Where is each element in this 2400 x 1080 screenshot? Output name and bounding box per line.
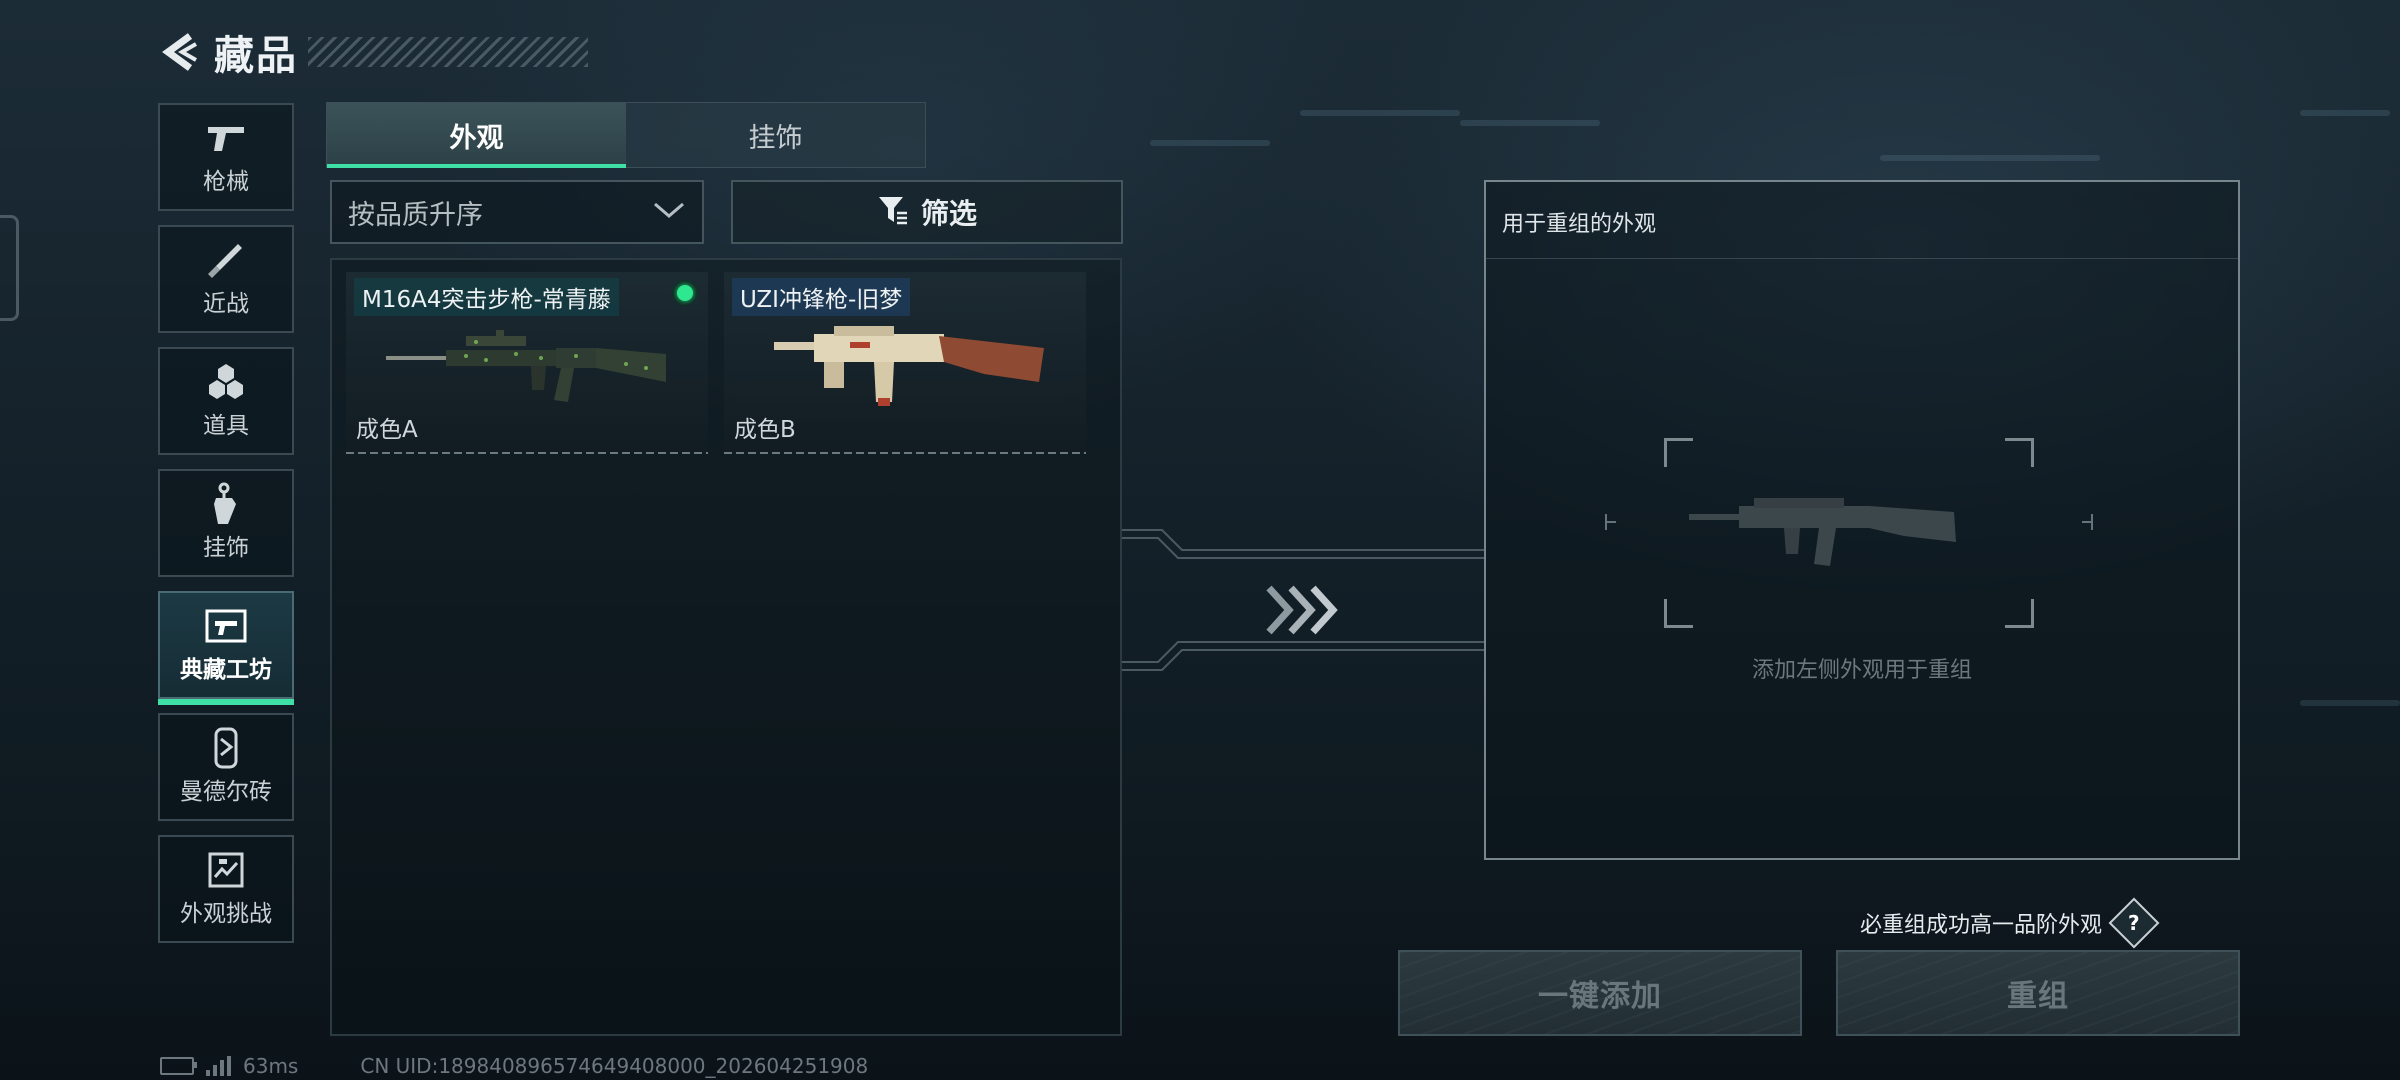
item-name: UZI冲锋枪-旧梦	[732, 278, 911, 316]
challenge-icon	[203, 850, 249, 890]
item-grade: 成色B	[734, 417, 796, 443]
item-grade: 成色A	[356, 417, 418, 443]
tab-charms[interactable]: 挂饰	[626, 103, 925, 167]
upgrade-note: 必重组成功高一品阶外观 ?	[1860, 897, 2160, 949]
sidebar-item-mandel-brick[interactable]: 曼德尔砖	[158, 713, 294, 821]
sidebar-item-label: 道具	[203, 413, 249, 439]
sidebar-item-challenge[interactable]: 外观挑战	[158, 835, 294, 943]
workshop-icon	[203, 606, 249, 646]
chevron-down-icon	[652, 200, 686, 224]
charm-icon	[203, 482, 249, 524]
filter-icon	[877, 195, 909, 229]
sidebar-item-charms[interactable]: 挂饰	[158, 469, 294, 577]
sidebar-item-label: 曼德尔砖	[180, 779, 272, 805]
sidebar: 枪械 近战 道具 挂饰 典藏工坊 曼德尔砖 外观挑战	[158, 103, 296, 957]
filter-button[interactable]: 筛选	[731, 180, 1123, 244]
smg-icon	[774, 326, 1044, 406]
status-bar: 63ms CN UID:18984089657464940800​0_20260…	[160, 1054, 868, 1078]
filter-label: 筛选	[920, 197, 977, 230]
knife-icon	[203, 240, 249, 280]
sidebar-item-melee[interactable]: 近战	[158, 225, 294, 333]
sidebar-item-label: 枪械	[203, 169, 249, 195]
page-title: 藏品	[214, 33, 298, 79]
add-all-button[interactable]: 一键添加	[1398, 950, 1802, 1036]
list-item[interactable]: M16A4突击步枪-常青藤 成色A	[346, 272, 708, 454]
sidebar-item-workshop[interactable]: 典藏工坊	[158, 591, 294, 705]
back-chevron-icon[interactable]	[160, 30, 200, 74]
rifle-icon	[386, 330, 666, 402]
upgrade-note-text: 必重组成功高一品阶外观	[1860, 913, 2103, 938]
sidebar-item-guns[interactable]: 枪械	[158, 103, 294, 211]
recombine-label: 重组	[2007, 979, 2069, 1014]
battery-icon	[160, 1057, 197, 1075]
gear-items-icon	[203, 362, 249, 402]
sidebar-item-items[interactable]: 道具	[158, 347, 294, 455]
category-tabs: 外观 挂饰	[326, 102, 926, 168]
appearance-list: M16A4突击步枪-常青藤 成色A UZI冲锋枪-旧梦 成色B	[330, 258, 1122, 1036]
gun-icon	[203, 118, 249, 158]
rifle-placeholder-icon	[1605, 498, 2093, 566]
uid-text: CN UID:18984089657464940800​0_2026042519…	[360, 1054, 869, 1078]
sort-label: 按品质升序	[348, 199, 483, 231]
chevron-right-icon	[1265, 580, 1345, 654]
sidebar-item-label: 典藏工坊	[180, 657, 272, 683]
recombine-button[interactable]: 重组	[1836, 950, 2240, 1036]
list-item[interactable]: UZI冲锋枪-旧梦 成色B	[724, 272, 1086, 454]
edge-decoration	[0, 215, 19, 321]
tab-appearance[interactable]: 外观	[327, 103, 626, 168]
add-all-label: 一键添加	[1538, 979, 1662, 1014]
panel-title: 用于重组的外观	[1502, 212, 1657, 237]
item-name: M16A4突击步枪-常青藤	[354, 278, 619, 316]
equipped-indicator	[672, 280, 698, 306]
help-icon[interactable]: ?	[2108, 897, 2160, 949]
title-decoration	[308, 37, 588, 67]
recombine-panel: 用于重组的外观 添加左侧外观用于重组	[1484, 180, 2240, 860]
sidebar-item-label: 挂饰	[203, 535, 249, 561]
signal-icon	[206, 1056, 231, 1076]
sort-dropdown[interactable]: 按品质升序	[330, 180, 704, 244]
brick-icon	[203, 727, 249, 769]
sidebar-item-label: 近战	[203, 291, 249, 317]
add-hint: 添加左侧外观用于重组	[1751, 658, 1972, 683]
sidebar-item-label: 外观挑战	[180, 901, 272, 927]
page-header: 藏品	[160, 24, 588, 80]
ping-value: 63ms	[243, 1054, 299, 1078]
recombine-slot[interactable]	[1605, 438, 2093, 628]
